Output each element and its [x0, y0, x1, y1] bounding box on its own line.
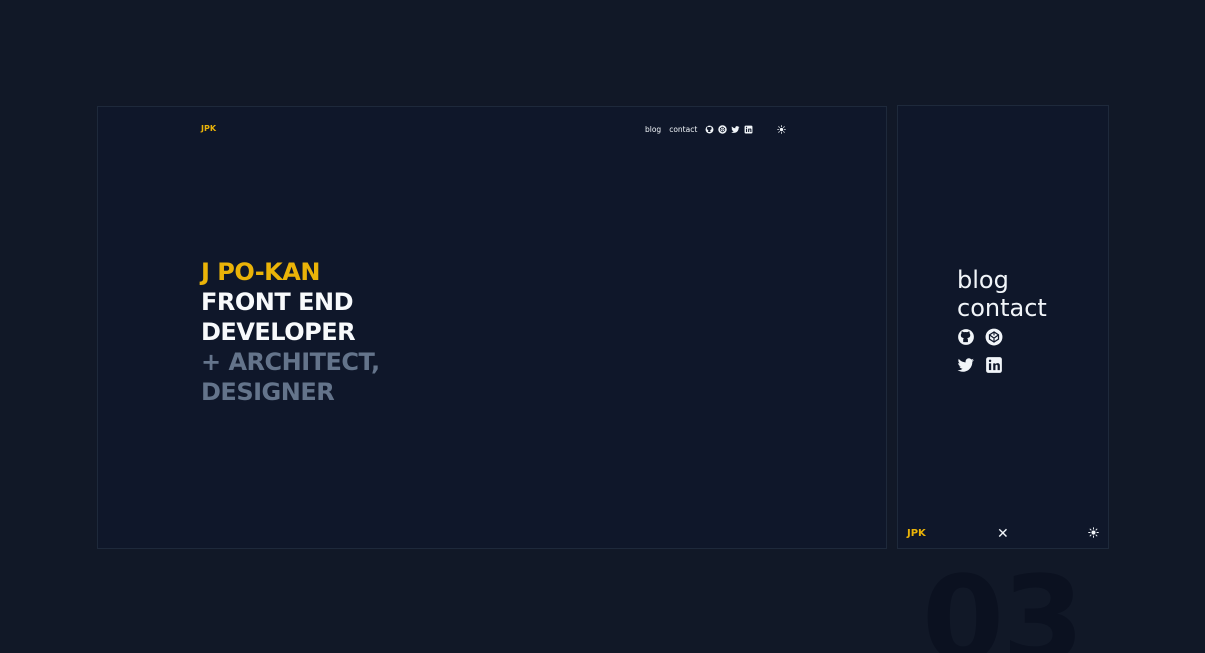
desktop-preview: JPK blog contact J PO-KAN FRONT END DEVE… [97, 106, 887, 549]
github-icon[interactable] [957, 328, 975, 346]
mobile-preview: blog contact JPK ✕ [897, 105, 1109, 549]
mobile-menu: blog contact [957, 266, 1047, 384]
mobile-logo[interactable]: JPK [907, 528, 926, 539]
nav-link-blog[interactable]: blog [645, 125, 661, 134]
top-nav: blog contact [645, 123, 790, 135]
hero-subtitle-line1: + ARCHITECT, [201, 348, 380, 376]
hero-title-line2: DEVELOPER [201, 318, 356, 346]
linkedin-icon[interactable] [985, 356, 1003, 374]
nav-link-contact[interactable]: contact [669, 125, 697, 134]
logo[interactable]: JPK [201, 124, 216, 133]
hero-subtitle-line2: DESIGNER [201, 378, 335, 406]
hero-title-line1: FRONT END [201, 288, 353, 316]
page: 03 JPK blog contact J PO-KAN FRONT END D… [0, 0, 1205, 653]
close-icon[interactable]: ✕ [997, 525, 1009, 542]
mobile-social-icons [957, 328, 1037, 384]
background-number: 03 [922, 550, 1084, 653]
hero-name: J PO-KAN [201, 258, 320, 286]
mobile-nav-link-blog[interactable]: blog [957, 266, 1047, 294]
mobile-nav-link-contact[interactable]: contact [957, 294, 1047, 322]
hero-heading: J PO-KAN FRONT END DEVELOPER + ARCHITECT… [201, 257, 380, 407]
sun-icon[interactable] [777, 124, 787, 134]
codepen-icon[interactable] [718, 124, 727, 134]
github-icon[interactable] [705, 125, 714, 134]
twitter-icon[interactable] [957, 356, 975, 374]
codepen-icon[interactable] [985, 328, 1003, 346]
twitter-icon[interactable] [731, 125, 740, 134]
sun-icon[interactable] [1088, 527, 1099, 538]
linkedin-icon[interactable] [744, 125, 753, 134]
